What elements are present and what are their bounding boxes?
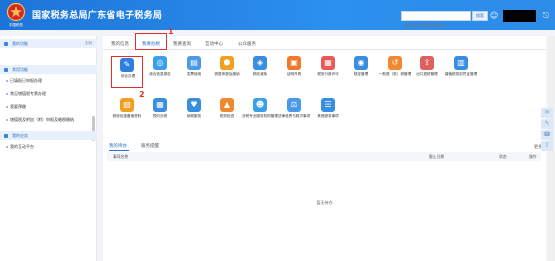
globe-icon: ◎ xyxy=(153,56,167,70)
function-item[interactable]: ⚖ 法律追责与救济事项 xyxy=(278,98,310,130)
section-label: 常用功能 xyxy=(12,67,28,72)
function-label: 其他服务事项 xyxy=(317,114,339,118)
search-input[interactable] xyxy=(402,21,470,30)
main-panel: 我的信息 我要办税 我要查询 互动中心 公众服务 1 2 ✎ 综合办理 ◎ 综合信息报… xyxy=(103,27,546,261)
function-item[interactable]: ☻ 涉税专业服务机构管理 xyxy=(242,98,278,130)
function-item[interactable]: ↺ 一般退（抵）税管理 xyxy=(379,56,411,88)
function-item[interactable]: ▦ 税务行政许可 xyxy=(312,56,344,88)
function-item[interactable]: ⇪ 出口退税管理 xyxy=(411,56,443,88)
function-item[interactable]: ▣ 证明开具 xyxy=(278,56,310,88)
sidebar-item[interactable]: 我的互动平台 xyxy=(0,142,92,152)
tab-interaction[interactable]: 互动中心 xyxy=(200,40,228,49)
function-item[interactable]: ◈ 税收减免 xyxy=(244,56,276,88)
tab-public-service[interactable]: 公众服务 xyxy=(233,40,261,49)
people-icon: ☻ xyxy=(253,98,267,112)
function-item[interactable]: ▥ 增值税抵扣凭证管理 xyxy=(445,56,477,88)
pen-icon: ✎ xyxy=(120,58,134,72)
function-item[interactable]: ◉ 核定管理 xyxy=(345,56,377,88)
sidebar-item[interactable]: 已填报已申报办理 xyxy=(0,76,92,86)
col-header-action: 操作 xyxy=(529,154,537,159)
tab-reminders[interactable]: 服务提醒 xyxy=(141,142,159,151)
section-label: 我的功能 xyxy=(12,41,28,46)
tab-my-info[interactable]: 我的信息 xyxy=(107,40,133,49)
refund-icon: ↺ xyxy=(388,56,402,70)
logout-icon[interactable]: ⎋ xyxy=(541,11,551,21)
top-header: 中国税务 国家税务总局广东省电子税务局 搜索 ☺ ⎋ xyxy=(0,0,555,30)
function-label: 证明开具 xyxy=(286,72,302,76)
briefcase-icon xyxy=(4,134,8,138)
emblem-text: 中国税务 xyxy=(9,22,23,27)
list-icon: ☰ xyxy=(321,98,335,112)
redacted-username xyxy=(503,10,536,22)
function-label: 增值税抵扣凭证管理 xyxy=(444,72,478,76)
search-button[interactable]: 搜索 xyxy=(472,11,488,21)
shield-icon: ◈ xyxy=(253,56,267,70)
back-to-top-icon[interactable]: ⇧ xyxy=(541,141,553,151)
phone-icon[interactable]: ☎ xyxy=(541,130,553,140)
heart-icon: ♥ xyxy=(187,98,201,112)
folder-icon: ▧ xyxy=(120,98,134,112)
function-item[interactable]: ◎ 综合信息报告 xyxy=(144,56,176,88)
function-item[interactable]: ♥ 纳税服务 xyxy=(178,98,210,130)
function-item[interactable]: ✎ 综合办理 xyxy=(111,56,143,88)
function-item[interactable]: ⬢ 税费申报及缴纳 xyxy=(211,56,243,88)
sidebar-section-my-functions[interactable]: 我的功能 定制 xyxy=(0,39,97,48)
tab-query[interactable]: 我要查询 xyxy=(169,40,195,49)
site-title: 国家税务总局广东省电子税务局 xyxy=(32,11,163,21)
section-label: 我的业务 xyxy=(12,133,28,138)
export-icon: ⇪ xyxy=(420,56,434,70)
chat-icon[interactable]: ✉ xyxy=(541,108,553,118)
sidebar-item[interactable]: 增值税及附加（附）申报及缴税缴纳 xyxy=(0,115,92,125)
target-icon: ◉ xyxy=(354,56,368,70)
certificate-icon: ▣ xyxy=(287,56,301,70)
highlight-box-tab xyxy=(135,33,167,50)
gavel-icon: ⚖ xyxy=(287,98,301,112)
sidebar-item[interactable]: 常见增值税专票办理 xyxy=(0,89,92,99)
col-header-deadline: 截止日期 xyxy=(429,154,445,159)
calendar-icon: ▦ xyxy=(153,98,167,112)
marker-1: 1 xyxy=(168,27,174,36)
sidebar-item[interactable]: 我要预缴 xyxy=(0,102,92,112)
tax-emblem-icon: 中国税务 xyxy=(6,2,26,27)
sidebar: 我的功能 定制 常用功能 已填报已申报办理 常见增值税专票办理 我要预缴 增值税… xyxy=(0,36,97,261)
empty-state-text: 暂无待办 xyxy=(316,200,333,205)
function-item[interactable]: ▧ 税收优惠备案资料 xyxy=(111,98,143,130)
function-item[interactable]: ▤ 发票使用 xyxy=(178,56,210,88)
folder-icon xyxy=(4,68,8,72)
col-header-name: 事项名称 xyxy=(113,154,129,159)
sidebar-section-common[interactable]: 常用功能 xyxy=(0,65,97,74)
invoice-icon: ▤ xyxy=(187,56,201,70)
todo-table-header: 事项名称 截止日期 状态 操作 xyxy=(107,152,541,161)
function-item[interactable]: ▲ 税务检查 xyxy=(211,98,243,130)
function-item[interactable]: ☰ 其他服务事项 xyxy=(312,98,344,130)
function-label: 税收减免 xyxy=(252,72,268,76)
user-icon[interactable]: ☺ xyxy=(489,11,499,21)
active-tab-underline xyxy=(109,150,129,151)
building-icon: ▲ xyxy=(220,98,234,112)
stamp-icon: ▦ xyxy=(321,56,335,70)
function-item[interactable]: ▦ 预约办税 xyxy=(144,98,176,130)
function-label: 涉税专业服务机构管理 xyxy=(242,114,278,118)
tab-underline xyxy=(103,49,546,50)
search-box[interactable] xyxy=(401,11,471,30)
edit-icon[interactable]: ✎ xyxy=(541,119,553,129)
function-label: 法律追责与救济事项 xyxy=(277,114,311,118)
hexagon-icon: ⬢ xyxy=(220,56,234,70)
col-header-status: 状态 xyxy=(499,154,507,159)
document-icon: ▥ xyxy=(454,56,468,70)
function-label: 出口退税管理 xyxy=(416,72,438,76)
function-label: 综合信息报告 xyxy=(149,72,171,76)
customize-link[interactable]: 定制 xyxy=(85,39,92,48)
function-label: 预约办税 xyxy=(152,114,168,118)
function-label: 核定管理 xyxy=(353,72,369,76)
sidebar-section-my-business[interactable]: 我的业务 xyxy=(0,131,97,140)
todo-tabs: 我的待办 服务提醒 更多 xyxy=(103,142,546,151)
star-icon xyxy=(4,42,8,46)
